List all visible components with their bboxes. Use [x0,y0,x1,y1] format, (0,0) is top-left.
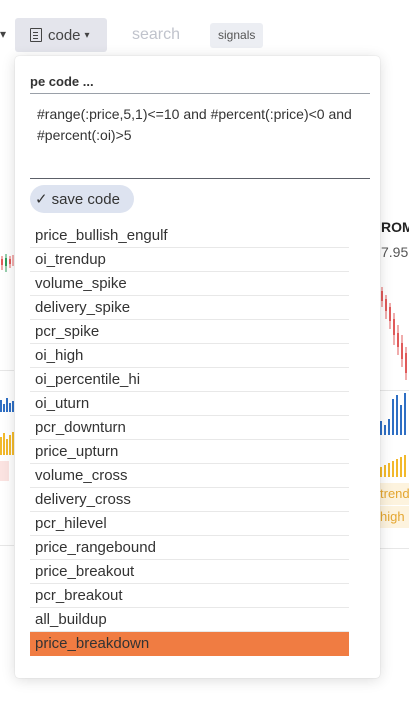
list-item[interactable]: volume_cross [30,464,349,488]
divider [380,390,409,391]
list-item[interactable]: pcr_spike [30,320,349,344]
signal-tag-trend: trend [380,483,409,505]
signal-tag [0,461,9,481]
chevron-down-icon[interactable]: ▾ [0,27,6,41]
divider [0,545,14,546]
symbol-title[interactable]: ROMC [381,219,409,235]
save-code-label: save code [51,190,120,208]
candlestick-fragment [381,287,407,380]
list-item[interactable]: oi_percentile_hi [30,368,349,392]
list-item[interactable]: pcr_downturn [30,416,349,440]
code-menu-button[interactable]: code ▾ [15,18,107,52]
code-name-input[interactable]: pe code ... [30,74,94,89]
save-code-button[interactable]: ✓ save code [30,185,134,213]
list-item[interactable]: pcr_hilevel [30,512,349,536]
list-item[interactable]: price_upturn [30,440,349,464]
list-item[interactable]: price_rangebound [30,536,349,560]
check-icon: ✓ [35,191,48,208]
list-item[interactable]: volume_spike [30,272,349,296]
search-input[interactable]: search [132,26,180,44]
list-item[interactable]: oi_high [30,344,349,368]
chevron-down-icon: ▾ [84,29,90,41]
oi-bars-right [380,455,409,477]
code-menu-label: code [48,26,81,44]
volume-bars-right [380,393,409,435]
symbol-price: 7.95 [381,244,409,260]
list-item[interactable]: pcr_breakout [30,584,349,608]
divider [0,370,14,371]
signals-button[interactable]: signals [210,23,264,48]
code-dropdown-panel: pe code ... #range(:price,5,1)<=10 and #… [15,56,380,678]
list-item[interactable]: price_breakout [30,560,349,584]
list-item[interactable]: price_breakdown [30,632,349,656]
list-item[interactable]: oi_uturn [30,392,349,416]
list-item[interactable]: price_bullish_engulf [30,224,349,248]
right-chart-fragment [380,285,409,385]
oi-bars-left [0,431,15,455]
candlestick-fragment [1,254,14,272]
left-chart-fragment [0,250,15,280]
document-icon [30,28,42,42]
divider [380,548,409,549]
divider [30,93,370,94]
divider [30,178,370,179]
list-item[interactable]: delivery_spike [30,296,349,320]
list-item[interactable]: oi_trendup [30,248,349,272]
signal-tag-high: high [380,506,409,528]
volume-bars-left [0,396,15,412]
code-editor[interactable]: #range(:price,5,1)<=10 and #percent(:pri… [30,104,370,178]
list-item[interactable]: delivery_cross [30,488,349,512]
list-item[interactable]: all_buildup [30,608,349,632]
saved-code-list: price_bullish_engulf oi_trendup volume_spi… [30,224,349,656]
